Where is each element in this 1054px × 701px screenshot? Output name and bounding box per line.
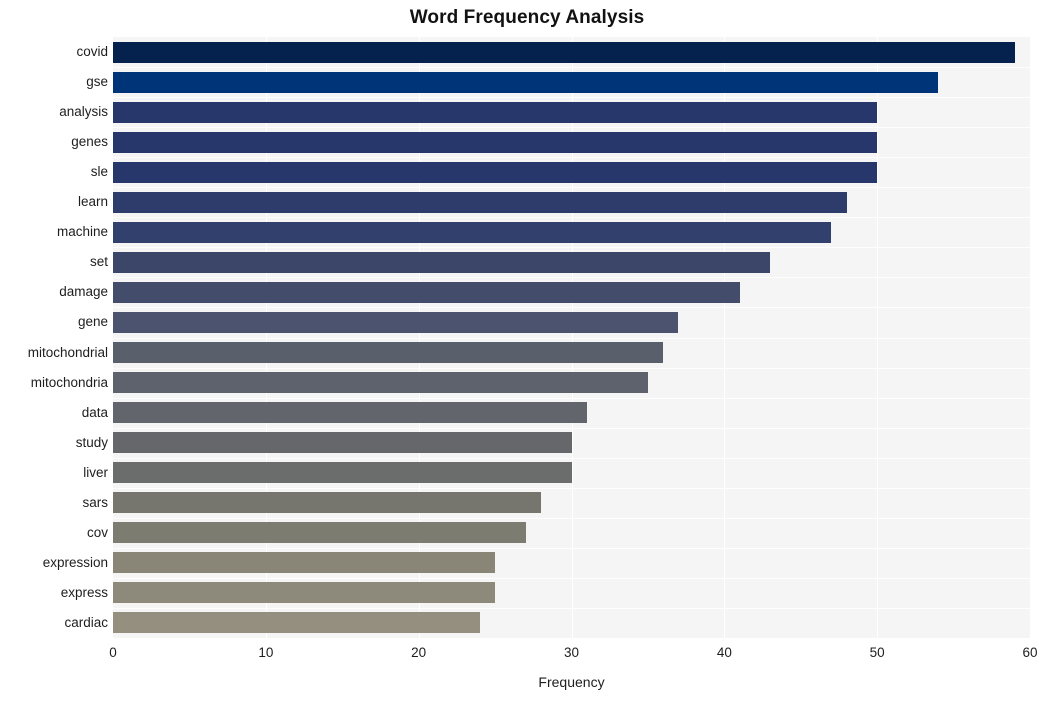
gridline-horizontal — [113, 277, 1030, 278]
x-axis-tick-label: 40 — [716, 645, 732, 660]
gridline-horizontal — [113, 368, 1030, 369]
y-axis-label: mitochondrial — [27, 344, 108, 360]
gridline-horizontal — [113, 548, 1030, 549]
x-axis-tick-label: 20 — [411, 645, 427, 660]
bar[interactable] — [113, 131, 878, 153]
bar[interactable] — [113, 432, 572, 454]
y-axis-label: damage — [59, 284, 108, 300]
chart-title: Word Frequency Analysis — [409, 7, 645, 28]
y-axis-label: machine — [56, 224, 108, 240]
y-axis-label: mitochondria — [30, 374, 108, 390]
gridline-horizontal — [113, 518, 1030, 519]
gridline-horizontal — [113, 428, 1030, 429]
gridline-horizontal — [113, 458, 1030, 459]
bar[interactable] — [113, 402, 587, 424]
bar[interactable] — [113, 251, 771, 273]
y-axis-label: set — [89, 254, 108, 270]
gridline-horizontal — [113, 97, 1030, 98]
y-axis-label: data — [81, 404, 108, 420]
bar[interactable] — [113, 191, 847, 213]
y-axis-label: genes — [71, 134, 108, 150]
bar[interactable] — [113, 281, 740, 303]
gridline-vertical — [1030, 37, 1031, 638]
gridline-horizontal — [113, 488, 1030, 489]
bar[interactable] — [113, 41, 1015, 63]
gridline-horizontal — [113, 338, 1030, 339]
bar[interactable] — [113, 462, 572, 484]
y-axis-label: covid — [76, 44, 108, 60]
gridline-horizontal — [113, 307, 1030, 308]
y-axis-label: expression — [42, 554, 108, 570]
bar[interactable] — [113, 372, 648, 394]
bar[interactable] — [113, 101, 878, 123]
gridline-horizontal — [113, 127, 1030, 128]
x-axis-tick-label: 10 — [258, 645, 274, 660]
gridline-horizontal — [113, 67, 1030, 68]
y-axis-label: sle — [90, 164, 108, 180]
y-axis-label: express — [60, 584, 108, 600]
bar[interactable] — [113, 311, 679, 333]
x-axis-tick-label: 0 — [109, 645, 117, 660]
bar[interactable] — [113, 582, 496, 604]
y-axis-category-labels: covid gse analysis genes sle learn machine set d… — [0, 37, 108, 638]
x-axis-title: Frequency — [538, 674, 605, 690]
bar[interactable] — [113, 612, 480, 634]
y-axis-label: gse — [86, 74, 108, 90]
x-axis-tick-label: 50 — [869, 645, 885, 660]
bar[interactable] — [113, 552, 496, 574]
x-axis-tick-label: 60 — [1022, 645, 1038, 660]
y-axis-label: analysis — [59, 104, 108, 120]
bar[interactable] — [113, 492, 541, 514]
y-axis-label: cardiac — [64, 614, 108, 630]
gridline-horizontal — [113, 398, 1030, 399]
gridline-horizontal — [113, 157, 1030, 158]
x-axis-tick-labels: 0 10 20 30 40 50 60 — [0, 645, 1054, 667]
plot-area — [113, 37, 1031, 638]
gridline-horizontal — [113, 247, 1030, 248]
bar[interactable] — [113, 221, 832, 243]
y-axis-label: cov — [86, 524, 108, 540]
bar[interactable] — [113, 342, 664, 364]
y-axis-label: study — [75, 434, 108, 450]
y-axis-label: liver — [83, 464, 108, 480]
bar[interactable] — [113, 522, 526, 544]
y-axis-label: gene — [77, 314, 108, 330]
x-axis-tick-label: 30 — [563, 645, 580, 660]
gridline-horizontal — [113, 217, 1030, 218]
y-axis-label: learn — [77, 194, 108, 210]
word-frequency-bar-chart: Word Frequency Analysis covid gse analysis… — [0, 0, 1054, 701]
gridline-horizontal — [113, 608, 1030, 609]
bar[interactable] — [113, 71, 939, 93]
gridline-horizontal — [113, 187, 1030, 188]
bar[interactable] — [113, 161, 878, 183]
y-axis-label: sars — [82, 494, 108, 510]
gridline-horizontal — [113, 578, 1030, 579]
